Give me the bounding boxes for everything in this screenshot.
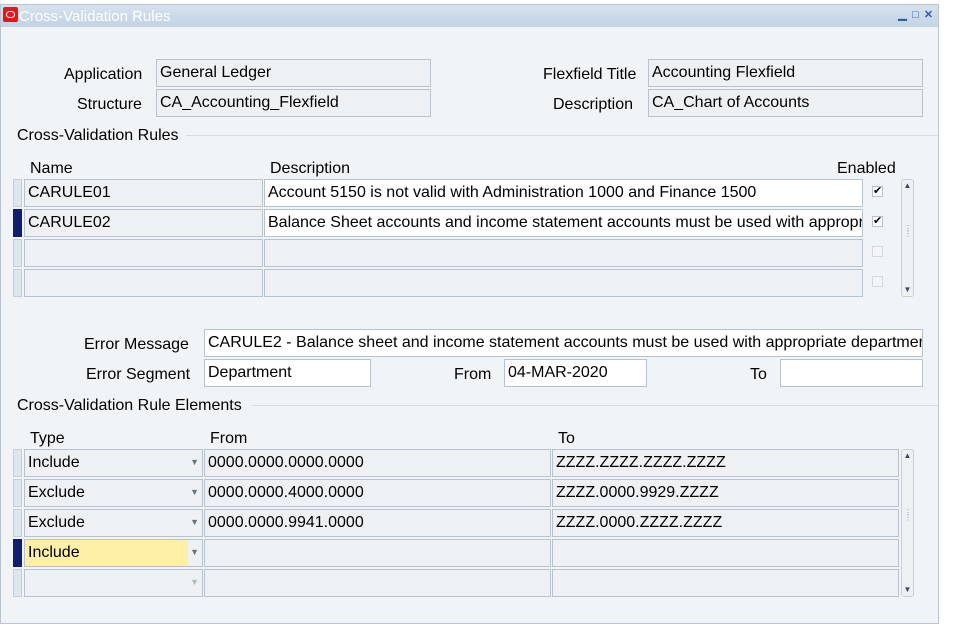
type-value: Include [28,454,80,471]
rule-description-field[interactable]: Balance Sheet accounts and income statem… [264,209,863,237]
rules-col-enabled: Enabled [837,160,896,177]
chevron-down-icon[interactable]: ▼ [190,547,199,557]
rules-scrollbar[interactable]: ▲ ⋮ ⋮ ▼ [901,179,914,297]
elements-col-from: From [210,430,248,447]
to-value-field[interactable] [552,539,899,567]
type-select[interactable]: Include ▼ [24,449,203,477]
to-date-field[interactable] [780,359,923,387]
flexfield-title-field[interactable]: Accounting Flexfield [648,59,923,87]
chevron-down-icon[interactable]: ▼ [190,487,199,497]
flexfield-title-label: Flexfield Title [543,66,637,83]
row-indicator-current[interactable] [13,209,22,237]
chevron-down-icon[interactable]: ▼ [190,577,199,587]
elements-col-to: To [558,430,575,447]
structure-label: Structure [77,96,142,113]
window-title: Cross-Validation Rules [19,8,171,25]
rule-name-field[interactable]: CARULE02 [24,209,263,237]
scroll-down-icon[interactable]: ▼ [903,285,912,295]
oracle-logo-icon [3,7,18,22]
rules-col-name: Name [30,160,73,177]
description-label: Description [553,96,634,113]
type-value: Exclude [28,514,85,531]
from-value-field[interactable] [204,569,551,597]
application-label: Application [64,66,143,83]
rule-name-field[interactable] [24,269,263,297]
row-indicator[interactable] [13,179,22,207]
elements-separator [252,405,938,406]
type-value: Exclude [28,484,85,501]
to-value-field[interactable] [552,569,899,597]
maximize-icon[interactable]: □ [910,10,921,21]
elements-section-title: Cross-Validation Rule Elements [17,397,242,414]
chevron-down-icon[interactable]: ▼ [190,517,199,527]
scroll-grip-icon[interactable]: ⋮ ⋮ [904,225,912,238]
row-indicator[interactable] [13,569,22,597]
rules-section-title: Cross-Validation Rules [17,127,179,144]
scroll-up-icon[interactable]: ▲ [903,181,912,191]
close-icon[interactable]: ✕ [923,10,934,21]
row-indicator[interactable] [13,449,22,477]
title-bar: Cross-Validation Rules ▁ □ ✕ [1,5,938,27]
type-select[interactable]: Include ▼ [24,539,203,567]
error-message-field[interactable]: CARULE2 - Balance sheet and income state… [204,329,923,357]
from-value-field[interactable]: 0000.0000.4000.0000 [204,479,551,507]
minimize-icon[interactable]: ▁ [897,10,908,21]
elements-scrollbar[interactable]: ▲ ⋮ ⋮ ▼ [901,449,914,597]
to-date-label: To [750,366,767,383]
rule-description-field[interactable] [264,239,863,267]
scroll-grip-icon[interactable]: ⋮ ⋮ [904,509,912,522]
description-field[interactable]: CA_Chart of Accounts [648,89,923,117]
row-indicator[interactable] [13,269,22,297]
to-value-field[interactable]: ZZZZ.ZZZZ.ZZZZ.ZZZZ [552,449,899,477]
application-field[interactable]: General Ledger [156,59,431,87]
rule-enabled-checkbox[interactable]: ✔ [872,186,883,197]
to-value-field[interactable]: ZZZZ.0000.9929.ZZZZ [552,479,899,507]
rule-enabled-checkbox[interactable] [872,276,883,287]
from-value-field[interactable]: 0000.0000.0000.0000 [204,449,551,477]
rules-col-description: Description [270,160,351,177]
chevron-down-icon[interactable]: ▼ [190,457,199,467]
to-value-field[interactable]: ZZZZ.0000.ZZZZ.ZZZZ [552,509,899,537]
row-indicator[interactable] [13,509,22,537]
rule-enabled-checkbox[interactable] [872,246,883,257]
rule-name-field[interactable] [24,239,263,267]
type-select[interactable]: ▼ [24,569,203,597]
error-segment-label: Error Segment [86,366,191,383]
row-indicator[interactable] [13,479,22,507]
row-indicator[interactable] [13,239,22,267]
structure-field[interactable]: CA_Accounting_Flexfield [156,89,431,117]
from-value-field[interactable] [204,539,551,567]
rules-separator [186,135,938,136]
rule-enabled-checkbox[interactable]: ✔ [872,216,883,227]
rule-description-field[interactable] [264,269,863,297]
type-select[interactable]: Exclude ▼ [24,509,203,537]
rule-name-field[interactable]: CARULE01 [24,179,263,207]
from-date-label: From [454,366,492,383]
from-date-field[interactable]: 04-MAR-2020 [504,359,647,387]
rule-description-field[interactable]: Account 5150 is not valid with Administr… [264,179,863,207]
error-message-label: Error Message [84,336,189,353]
row-indicator-current[interactable] [13,539,22,567]
from-value-field[interactable]: 0000.0000.9941.0000 [204,509,551,537]
elements-col-type: Type [30,430,65,447]
scroll-up-icon[interactable]: ▲ [903,451,912,461]
type-value: Include [28,544,80,561]
type-select[interactable]: Exclude ▼ [24,479,203,507]
scroll-down-icon[interactable]: ▼ [903,585,912,595]
error-segment-field[interactable]: Department [204,359,371,387]
